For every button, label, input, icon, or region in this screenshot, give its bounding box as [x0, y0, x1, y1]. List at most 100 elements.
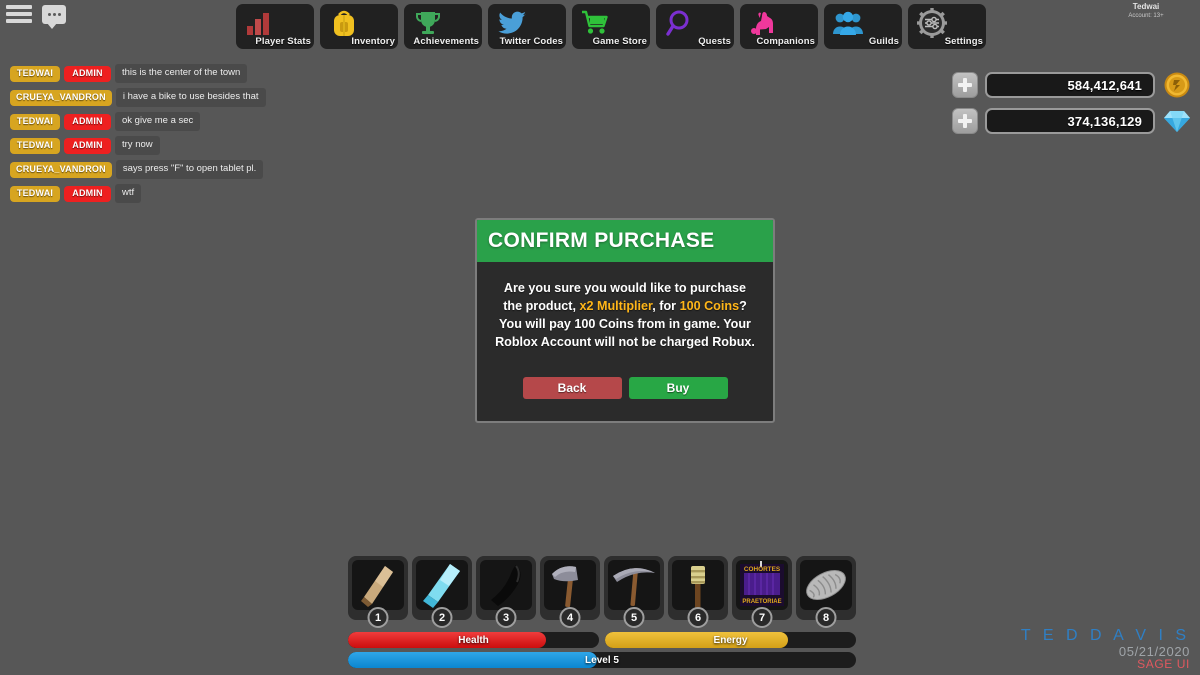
health-bar: Health — [348, 632, 599, 648]
account-rating: Account: 13+ — [1128, 13, 1164, 19]
dialog-body: Are you sure you would like to purchase … — [477, 262, 773, 421]
nav-item-quests[interactable]: Quests — [656, 4, 734, 49]
add-coins-button[interactable] — [952, 72, 978, 98]
chat-message: TEDWAI ADMIN ok give me a sec — [10, 112, 266, 131]
dialog-actions: Back Buy — [495, 351, 755, 421]
torch-icon — [672, 560, 724, 610]
hotbar-slot-number: 8 — [815, 607, 837, 628]
chat-admin-tag: ADMIN — [64, 185, 111, 202]
add-gems-button[interactable] — [952, 108, 978, 134]
chat-admin-tag: ADMIN — [64, 65, 111, 82]
nav-label: Player Stats — [255, 36, 311, 47]
hotbar-slot-number: 6 — [687, 607, 709, 628]
account-info: Tedwai Account: 13+ — [1098, 2, 1194, 21]
nav-label: Settings — [944, 36, 983, 47]
backpack-icon — [324, 6, 364, 40]
watermark-tag: SAGE UI — [1137, 657, 1190, 672]
chat-bubble-icon[interactable] — [42, 4, 66, 29]
gems-row: 374,136,129 — [952, 106, 1192, 136]
magnifier-icon — [660, 6, 700, 40]
axe-icon — [544, 560, 596, 610]
hotbar-slot[interactable]: 2 — [412, 556, 472, 628]
nav-label: Twitter Codes — [499, 36, 563, 47]
nav-item-companions[interactable]: Companions — [740, 4, 818, 49]
chat-log: TEDWAI ADMIN this is the center of the t… — [10, 64, 266, 203]
nav-label: Guilds — [868, 36, 899, 47]
chat-username-tag: CRUEYA_VANDRON — [10, 89, 112, 106]
chat-admin-tag: ADMIN — [64, 137, 111, 154]
currency-panel: 584,412,641 374,136,129 — [952, 70, 1192, 136]
nav-item-twitter-codes[interactable]: Twitter Codes — [488, 4, 566, 49]
coins-field: 584,412,641 — [985, 72, 1155, 98]
chat-admin-tag: ADMIN — [64, 113, 111, 130]
hotbar-slot[interactable]: 4 — [540, 556, 600, 628]
level-label: Level 5 — [585, 654, 619, 666]
hamburger-menu-icon[interactable] — [6, 4, 32, 24]
nav-item-player-stats[interactable]: Player Stats — [236, 4, 314, 49]
back-button[interactable]: Back — [522, 377, 622, 399]
ice-sword-icon — [416, 560, 468, 610]
chat-message: CRUEYA_VANDRON says press "F" to open ta… — [10, 160, 266, 179]
hotbar-slot-number: 7 — [751, 607, 773, 628]
pickaxe-icon — [608, 560, 660, 610]
gold-coin-icon — [1162, 70, 1192, 100]
people-group-icon — [828, 6, 868, 40]
chat-message: TEDWAI ADMIN this is the center of the t… — [10, 64, 266, 83]
nav-item-inventory[interactable]: Inventory — [320, 4, 398, 49]
nav-item-settings[interactable]: Settings — [908, 4, 986, 49]
status-bars: Health Energy Level 5 — [348, 632, 856, 672]
nav-label: Achievements — [413, 36, 479, 47]
nav-label: Quests — [698, 36, 731, 47]
dialog-product-name: x2 Multiplier — [579, 299, 653, 313]
hotbar-slot[interactable]: 3 — [476, 556, 536, 628]
cohortes-praetoriae-banner-icon: COHORTES PRAETORIAE — [736, 560, 788, 610]
chat-message: TEDWAI ADMIN try now — [10, 136, 266, 155]
main-navigation-bar: Player Stats Inventory Achievements Twit… — [236, 4, 986, 49]
gems-value: 374,136,129 — [1067, 113, 1142, 129]
buy-button[interactable]: Buy — [628, 377, 728, 399]
chat-message-text: says press "F" to open tablet pl. — [115, 160, 264, 179]
nav-item-game-store[interactable]: Game Store — [572, 4, 650, 49]
chat-message: TEDWAI ADMIN wtf — [10, 184, 266, 203]
hotbar-slot[interactable]: 8 — [796, 556, 856, 628]
dialog-text-part2: , for — [652, 299, 680, 313]
chat-username-tag: TEDWAI — [10, 65, 60, 82]
shopping-cart-icon — [576, 6, 616, 40]
nav-item-guilds[interactable]: Guilds — [824, 4, 902, 49]
hotbar-slot[interactable]: 1 — [348, 556, 408, 628]
health-energy-row: Health Energy — [348, 632, 856, 648]
chat-message-text: this is the center of the town — [115, 64, 248, 83]
hotbar-slot-number: 3 — [495, 607, 517, 628]
chat-message: CRUEYA_VANDRON i have a bike to use besi… — [10, 88, 266, 107]
nav-item-achievements[interactable]: Achievements — [404, 4, 482, 49]
hotbar-slot[interactable]: COHORTES PRAETORIAE 7 — [732, 556, 792, 628]
hotbar-slot[interactable]: 5 — [604, 556, 664, 628]
level-xp-bar: Level 5 — [348, 652, 856, 668]
wooden-club-icon — [352, 560, 404, 610]
chat-message-text: wtf — [115, 184, 142, 203]
health-bar-label: Health — [458, 634, 489, 646]
watermark: T E D D A V I S 05/21/2020 SAGE UI — [1020, 626, 1190, 672]
chat-username-tag: TEDWAI — [10, 185, 60, 202]
hotbar-slot[interactable]: 6 — [668, 556, 728, 628]
chat-message-text: ok give me a sec — [115, 112, 201, 131]
dog-icon — [744, 6, 784, 40]
rope-coil-icon — [800, 560, 852, 610]
bar-chart-icon — [240, 6, 280, 40]
hotbar-slot-number: 4 — [559, 607, 581, 628]
trophy-icon — [408, 6, 448, 40]
hotbar-slot-number: 5 — [623, 607, 645, 628]
hotbar-slot-number: 2 — [431, 607, 453, 628]
chat-username-tag: CRUEYA_VANDRON — [10, 161, 112, 178]
watermark-name: T E D D A V I S — [1020, 626, 1190, 644]
nav-label: Inventory — [351, 36, 395, 47]
blue-diamond-icon — [1162, 106, 1192, 136]
dialog-message: Are you sure you would like to purchase … — [495, 279, 755, 351]
top-left-controls — [6, 4, 66, 29]
chat-username-tag: TEDWAI — [10, 137, 60, 154]
dialog-title: CONFIRM PURCHASE — [488, 229, 715, 252]
energy-bar: Energy — [605, 632, 856, 648]
level-row: Level 5 — [348, 652, 856, 668]
gems-field: 374,136,129 — [985, 108, 1155, 134]
chat-username-tag: TEDWAI — [10, 113, 60, 130]
